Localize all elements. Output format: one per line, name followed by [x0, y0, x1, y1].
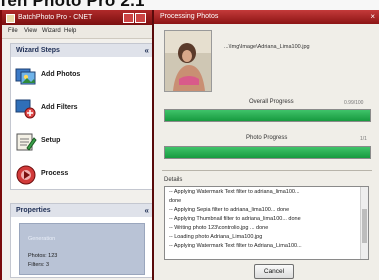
overall-progress-value: 0.99/100 — [344, 100, 364, 106]
details-scrollbar[interactable] — [360, 187, 368, 259]
step-add-filters[interactable]: Add Filters — [11, 92, 153, 125]
scrollbar-thumb[interactable] — [362, 209, 367, 243]
process-icon — [16, 165, 36, 185]
step-setup[interactable]: Setup — [11, 125, 153, 158]
menu-file[interactable]: File — [8, 28, 18, 34]
close-icon[interactable]: × — [370, 10, 375, 24]
maximize-button[interactable] — [135, 13, 146, 23]
menu-bar: File View Wizard Help — [2, 25, 160, 39]
step-label: Add Filters — [41, 104, 78, 111]
collapse-icon[interactable]: « — [145, 204, 149, 217]
step-process[interactable]: Process — [11, 158, 153, 191]
step-label: Process — [41, 170, 69, 177]
wizard-steps-header[interactable]: Wizard Steps « — [10, 43, 154, 58]
banner-text: Ten Photo Pro 2.1 — [0, 0, 145, 10]
properties-title: Properties — [16, 207, 51, 214]
wizard-steps-panel: Add Photos Add Filters Setup Process — [10, 57, 154, 190]
step-label: Setup — [41, 137, 61, 144]
photo-progress-bar — [164, 146, 371, 159]
minimize-button[interactable] — [123, 13, 134, 23]
filters-count: Filters: 3 — [28, 262, 50, 268]
log-line: -- Loading photo Adriana_Lima100.jpg — [169, 234, 263, 240]
photo-progress-fill — [165, 147, 370, 158]
collapse-icon[interactable]: « — [145, 44, 149, 57]
dialog-title: Processing Photos — [160, 13, 219, 20]
setup-icon — [16, 133, 37, 151]
log-line: -- Writing photo 123\controlio.jpg ... d… — [169, 225, 269, 231]
processing-dialog: Processing Photos × ...\Img\Image\Adrian… — [152, 10, 379, 280]
log-line: -- Applying Watermark Text filter to adr… — [169, 189, 300, 195]
step-label: Add Photos — [41, 71, 81, 78]
photos-icon — [15, 68, 36, 85]
step-add-photos[interactable]: Add Photos — [11, 59, 153, 92]
current-file-path: ...\Img\Image\Adriana_Lima100.jpg — [224, 44, 310, 50]
log-line: -- Applying Sepia filter to adriana_lima… — [169, 207, 290, 213]
photo-image — [165, 31, 211, 91]
main-titlebar: BatchPhoto Pro - CNET — [2, 10, 160, 25]
log-line: -- Applying Thumbnail filter to adriana_… — [169, 216, 301, 222]
menu-view[interactable]: View — [24, 28, 37, 34]
wizard-steps-title: Wizard Steps — [16, 47, 60, 54]
properties-panel: Generation Photos: 123 Filters: 3 — [10, 217, 154, 278]
overall-progress-bar — [164, 109, 371, 122]
app-icon — [6, 14, 15, 23]
photo-thumbnail — [164, 30, 212, 92]
photo-progress-label: Photo Progress — [246, 135, 288, 141]
properties-subtitle: Generation — [28, 236, 56, 242]
dialog-titlebar: Processing Photos × — [154, 10, 379, 24]
details-label: Details — [164, 177, 183, 183]
details-log[interactable]: -- Applying Watermark Text filter to adr… — [164, 186, 369, 260]
log-line: done — [169, 198, 182, 204]
overall-progress-fill — [165, 110, 370, 121]
divider — [162, 170, 372, 171]
menu-help[interactable]: Help — [64, 28, 76, 34]
log-line: -- Applying Watermark Text filter to Adr… — [169, 243, 302, 249]
overall-progress-label: Overall Progress — [249, 99, 294, 105]
properties-box: Generation Photos: 123 Filters: 3 — [19, 223, 145, 275]
filters-icon — [15, 99, 36, 119]
top-banner: Ten Photo Pro 2.1 — [0, 0, 379, 10]
properties-header[interactable]: Properties « — [10, 203, 154, 218]
photo-progress-value: 1/1 — [360, 136, 367, 142]
cancel-button[interactable]: Cancel — [254, 264, 294, 279]
menu-wizard[interactable]: Wizard — [42, 28, 61, 34]
main-window: BatchPhoto Pro - CNET File View Wizard H… — [2, 10, 161, 280]
photos-count: Photos: 123 — [28, 253, 58, 259]
main-window-title: BatchPhoto Pro - CNET — [18, 14, 93, 21]
